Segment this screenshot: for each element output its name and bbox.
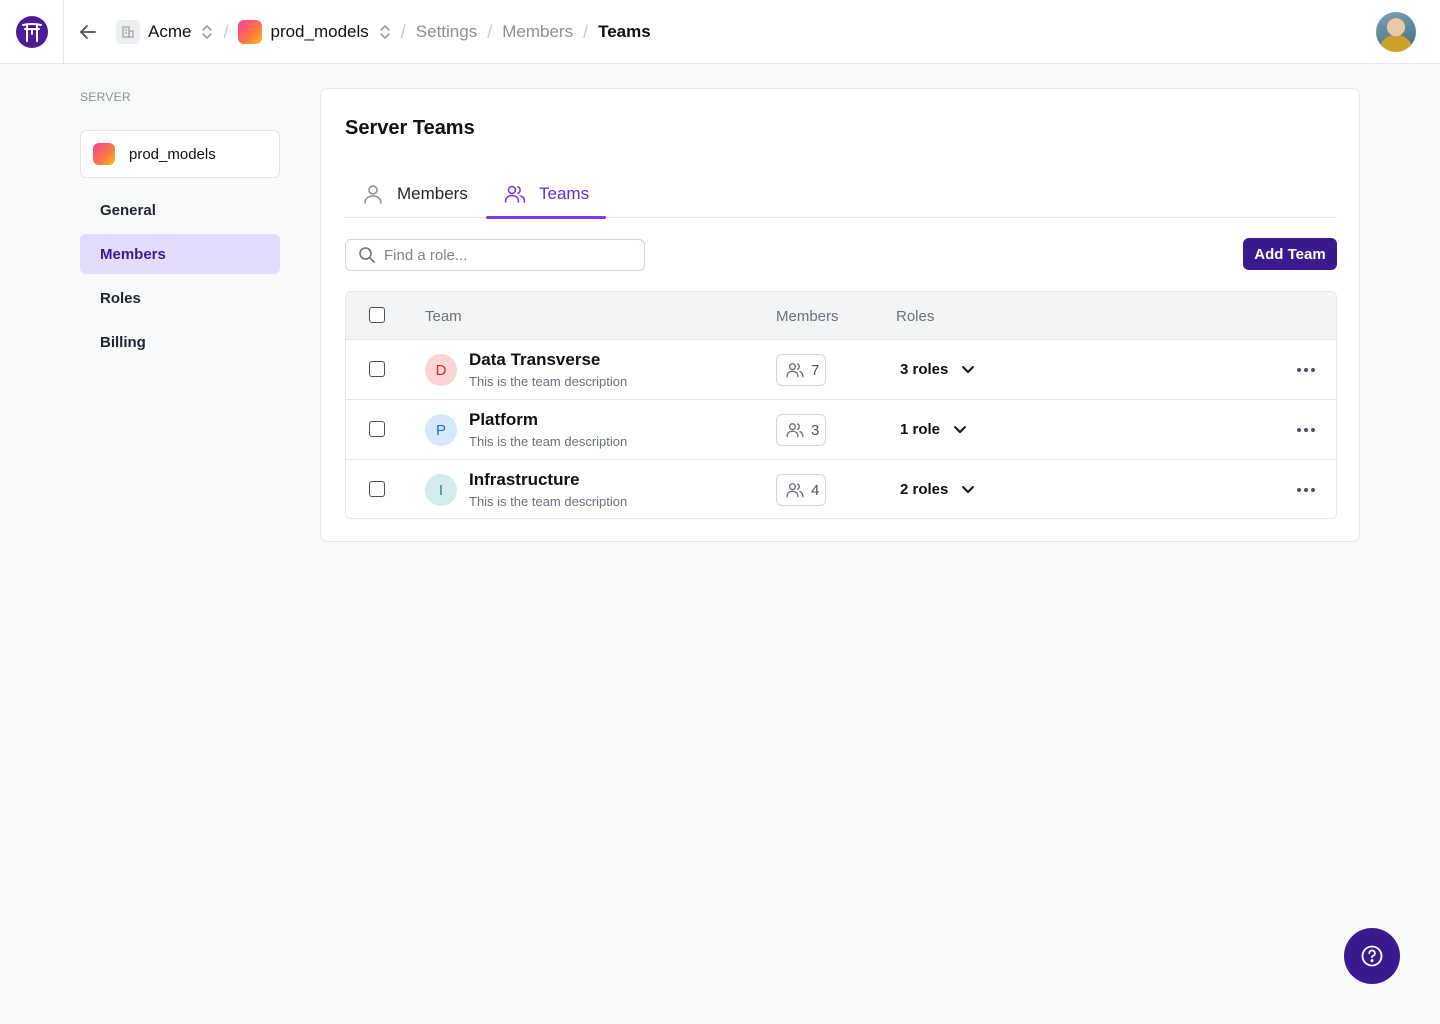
column-header-members: Members xyxy=(776,308,839,325)
breadcrumb-separator: / xyxy=(400,21,406,42)
row-checkbox[interactable] xyxy=(369,361,385,377)
team-description: This is the team description xyxy=(469,494,628,509)
breadcrumb-settings[interactable]: Settings xyxy=(416,22,477,42)
users-icon xyxy=(786,423,804,438)
row-checkbox[interactable] xyxy=(369,481,385,497)
member-count: 3 xyxy=(811,421,820,439)
server-gradient-icon xyxy=(238,20,263,44)
table-row: P Platform This is the team description … xyxy=(346,400,1336,460)
breadcrumb-current: Teams xyxy=(598,22,651,41)
more-options-icon[interactable] xyxy=(1294,418,1318,442)
team-description: This is the team description xyxy=(469,434,628,449)
team-name[interactable]: Platform xyxy=(469,410,538,430)
breadcrumb-separator: / xyxy=(487,21,493,42)
roles-dropdown[interactable]: 1 role xyxy=(900,418,968,440)
tab-members[interactable]: Members xyxy=(361,169,468,218)
tab-teams[interactable]: Teams xyxy=(486,169,606,219)
team-description: This is the team description xyxy=(469,374,628,389)
roles-label: 1 role xyxy=(900,420,941,438)
users-icon xyxy=(503,182,527,206)
roles-dropdown[interactable]: 3 roles xyxy=(900,358,976,380)
user-avatar[interactable] xyxy=(1376,12,1416,52)
server-selector[interactable]: prod_models xyxy=(80,130,280,178)
roles-dropdown[interactable]: 2 roles xyxy=(900,478,976,500)
team-avatar: I xyxy=(425,474,457,506)
tab-bar: Members Teams xyxy=(345,169,1337,219)
user-icon xyxy=(361,182,385,206)
server-name: prod_models xyxy=(129,145,216,163)
team-avatar: D xyxy=(425,354,457,386)
breadcrumb-separator: / xyxy=(583,21,589,42)
sidebar-item-general[interactable]: General xyxy=(80,190,280,230)
add-team-button[interactable]: Add Team xyxy=(1243,238,1337,270)
column-header-team: Team xyxy=(425,308,462,325)
search-box xyxy=(345,239,645,271)
building-icon xyxy=(116,20,140,44)
member-count-chip[interactable]: 3 xyxy=(776,414,826,446)
roles-label: 3 roles xyxy=(900,360,949,378)
logo-cell xyxy=(0,0,64,63)
team-avatar: P xyxy=(425,414,457,446)
member-count: 7 xyxy=(811,361,820,379)
team-name[interactable]: Data Transverse xyxy=(469,350,600,370)
question-circle-icon xyxy=(1361,945,1383,967)
server-gradient-icon xyxy=(93,143,115,165)
more-options-icon[interactable] xyxy=(1294,478,1318,502)
breadcrumb-separator: / xyxy=(223,21,229,42)
teams-table: Team Members Roles D Data Transverse Thi… xyxy=(345,291,1337,519)
server-teams-card: Server Teams Members Teams Find a role..… xyxy=(320,88,1360,542)
search-input[interactable] xyxy=(384,246,634,264)
tab-teams-label: Teams xyxy=(539,183,590,203)
roles-label: 2 roles xyxy=(900,480,949,498)
breadcrumb: Acme / prod_models / Settings / Members … xyxy=(116,0,651,64)
tab-members-label: Members xyxy=(397,183,468,203)
table-header: Team Members Roles xyxy=(346,292,1336,340)
torii-logo-icon[interactable] xyxy=(15,15,48,48)
page-title: Server Teams xyxy=(345,117,475,139)
member-count-chip[interactable]: 4 xyxy=(776,474,826,506)
chevron-down-icon xyxy=(960,361,976,377)
table-row: D Data Transverse This is the team descr… xyxy=(346,340,1336,400)
more-options-icon[interactable] xyxy=(1294,358,1318,382)
member-count: 4 xyxy=(811,481,820,499)
table-row: I Infrastructure This is the team descri… xyxy=(346,460,1336,518)
team-name[interactable]: Infrastructure xyxy=(469,470,580,490)
sidebar-heading: SERVER xyxy=(80,90,131,104)
chevron-down-icon xyxy=(952,421,968,437)
row-checkbox[interactable] xyxy=(369,421,385,437)
breadcrumb-members[interactable]: Members xyxy=(502,22,573,42)
select-all-checkbox[interactable] xyxy=(369,307,385,323)
sidebar-item-members[interactable]: Members xyxy=(80,234,280,274)
breadcrumb-org[interactable]: Acme xyxy=(148,22,191,42)
column-header-roles: Roles xyxy=(896,308,935,325)
back-arrow-icon[interactable] xyxy=(76,20,100,44)
breadcrumb-server[interactable]: prod_models xyxy=(270,22,368,42)
chevron-up-down-icon[interactable] xyxy=(201,24,213,40)
chevron-up-down-icon[interactable] xyxy=(379,24,391,40)
member-count-chip[interactable]: 7 xyxy=(776,354,826,386)
sidebar-item-billing[interactable]: Billing xyxy=(80,322,280,362)
sidebar-nav: General Members Roles Billing xyxy=(80,190,280,366)
help-button[interactable] xyxy=(1344,928,1400,984)
users-icon xyxy=(786,483,804,498)
search-icon xyxy=(358,246,376,264)
sidebar-item-roles[interactable]: Roles xyxy=(80,278,280,318)
chevron-down-icon xyxy=(960,481,976,497)
users-icon xyxy=(786,363,804,378)
top-bar: Acme / prod_models / Settings / Members … xyxy=(0,0,1440,64)
